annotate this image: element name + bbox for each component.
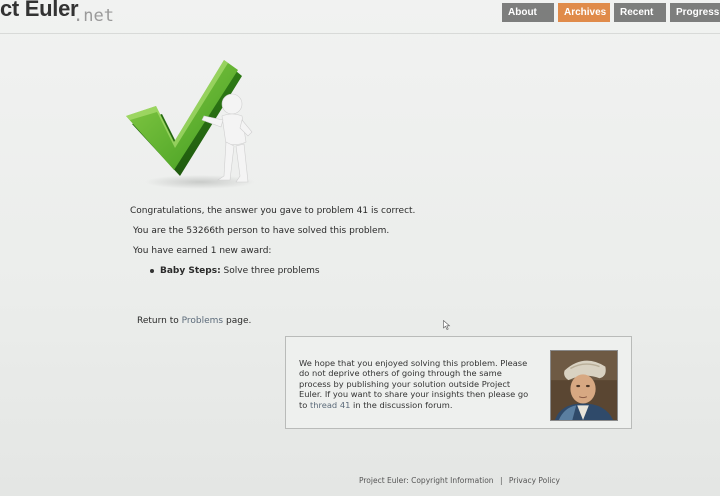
nav-progress-button[interactable]: Progress: [670, 3, 720, 22]
logo-suffix: .net: [73, 6, 114, 26]
footer-separator: |: [499, 476, 503, 485]
award-name: Baby Steps:: [160, 266, 221, 276]
privacy-policy-link[interactable]: Privacy Policy: [509, 476, 560, 485]
header-divider: [0, 33, 720, 34]
euler-portrait-image: [550, 350, 618, 421]
return-suffix: page.: [226, 316, 252, 326]
problems-link[interactable]: Problems: [182, 316, 223, 326]
bullet: [150, 268, 154, 273]
nav-recent-button[interactable]: Recent: [614, 3, 666, 22]
copyright-link[interactable]: Copyright Information: [411, 476, 493, 485]
footer: Project Euler: Copyright Information | P…: [359, 476, 560, 485]
award-list-item: Baby Steps: Solve three problems: [150, 266, 320, 276]
green-checkmark-with-figure-icon: [126, 60, 255, 189]
return-line: Return to Problems page.: [137, 316, 251, 326]
header: ct Euler .net About Archives Recent Prog…: [0, 0, 720, 34]
award-earned-message: You have earned 1 new award:: [133, 246, 272, 256]
site-logo[interactable]: ct Euler: [0, 0, 79, 22]
congrats-message: Congratulations, the answer you gave to …: [130, 206, 416, 216]
share-notice-box: We hope that you enjoyed solving this pr…: [285, 336, 632, 429]
nav-about-button[interactable]: About: [502, 3, 554, 22]
share-notice-end: in the discussion forum.: [353, 399, 453, 410]
logo-text: ct Euler: [0, 0, 79, 21]
share-notice-text: We hope that you enjoyed solving this pr…: [299, 358, 535, 410]
page: ct Euler .net About Archives Recent Prog…: [0, 0, 720, 496]
nav-archives-button[interactable]: Archives: [558, 3, 610, 22]
award-description: Solve three problems: [223, 266, 320, 276]
return-prefix: Return to: [137, 316, 179, 326]
solver-count-message: You are the 53266th person to have solve…: [133, 226, 390, 236]
footer-prefix: Project Euler:: [359, 476, 409, 485]
mouse-cursor-icon: [443, 320, 451, 330]
thread-link[interactable]: thread 41: [310, 400, 350, 410]
